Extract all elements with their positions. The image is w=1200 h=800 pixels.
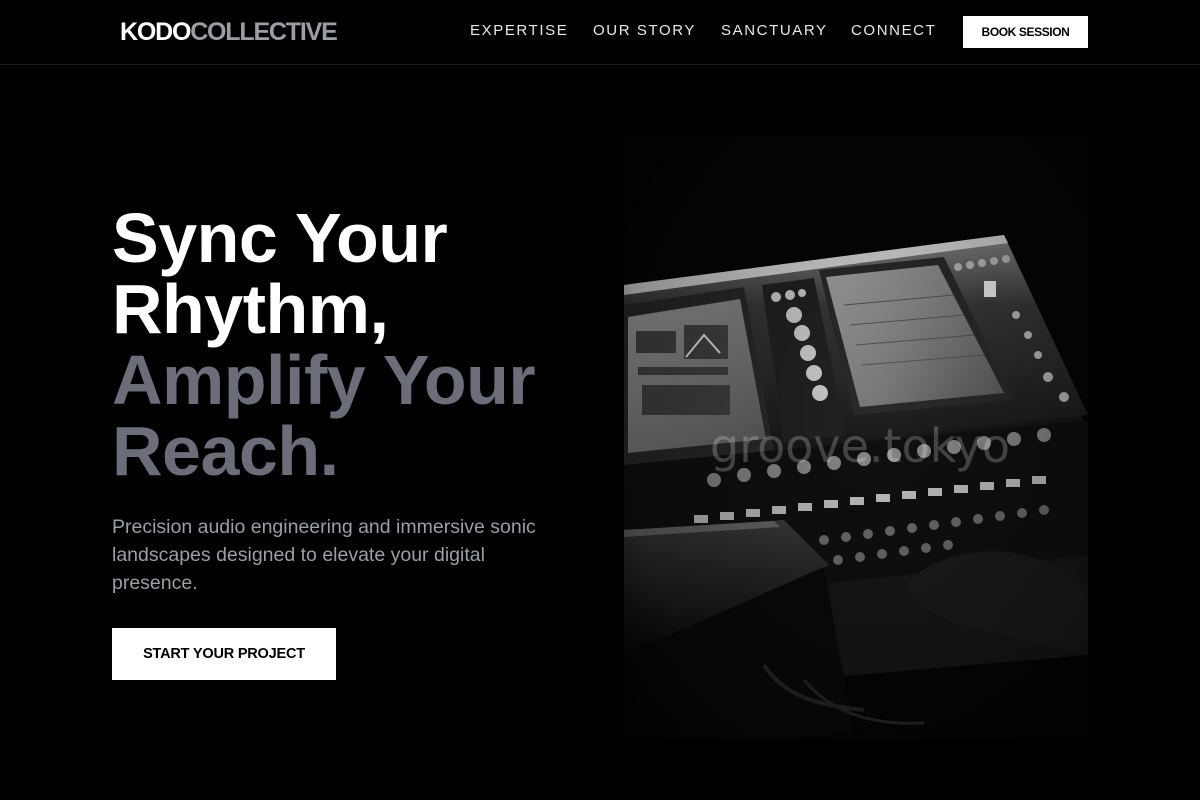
nav-sanctuary[interactable]: SANCTUARY — [721, 22, 828, 40]
logo-part-kodo: KODO — [120, 18, 191, 46]
headline-line-3: Amplify Your — [112, 341, 536, 419]
start-project-button[interactable]: START YOUR PROJECT — [112, 628, 336, 680]
headline-line-2: Rhythm, — [112, 270, 389, 348]
site-header: KODOCOLLECTIVE EXPERTISE OUR STORY SANCT… — [0, 0, 1200, 65]
mixing-console-image: groove.tokyo — [624, 135, 1088, 740]
book-session-button[interactable]: BOOK SESSION — [963, 16, 1088, 48]
nav-connect[interactable]: CONNECT — [851, 22, 936, 40]
nav-our-story[interactable]: OUR STORY — [593, 22, 696, 40]
brand-logo[interactable]: KODOCOLLECTIVE — [120, 17, 338, 47]
logo-part-collective: COLLECTIVE — [190, 18, 338, 46]
image-watermark: groove.tokyo — [710, 419, 1011, 473]
headline-line-4: Reach. — [112, 412, 339, 490]
headline-line-1: Sync Your — [112, 199, 448, 277]
nav-expertise[interactable]: EXPERTISE — [470, 22, 568, 40]
hero-subtext: Precision audio engineering and immersiv… — [112, 516, 536, 594]
hero-headline: Sync Your Rhythm, Amplify Your Reach. — [112, 203, 612, 487]
